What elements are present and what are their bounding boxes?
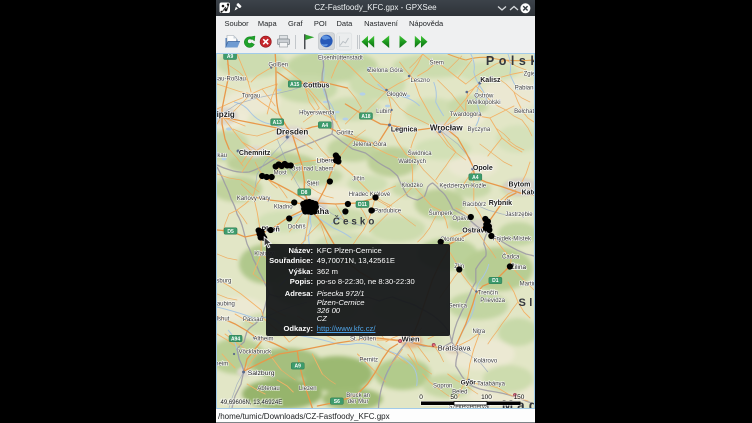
svg-text:Šumperk: Šumperk: [429, 210, 454, 217]
svg-text:Kalisz: Kalisz: [480, 77, 501, 84]
svg-text:Racibórz: Racibórz: [462, 202, 486, 208]
svg-text:Trenčín: Trenčín: [478, 290, 498, 296]
svg-text:Bratislava: Bratislava: [438, 343, 472, 352]
svg-text:D5: D5: [227, 229, 234, 235]
svg-text:Leszno: Leszno: [410, 78, 430, 84]
svg-text:Martin: Martin: [520, 281, 534, 287]
svg-text:Hradec Králové: Hradec Králové: [349, 192, 391, 198]
svg-text:Dobříš: Dobříš: [288, 224, 306, 230]
svg-text:Zgierz: Zgierz: [524, 71, 534, 77]
svg-text:Győr: Győr: [461, 379, 477, 386]
svg-text:Ústí nad Labem: Ústí nad Labem: [291, 166, 333, 173]
svg-text:Žilina: Žilina: [511, 262, 527, 271]
svg-text:Salzburg: Salzburg: [248, 370, 275, 377]
svg-text:Pernitz: Pernitz: [359, 357, 378, 363]
svg-text:Ostrów: Ostrów: [474, 93, 494, 99]
svg-text:A94: A94: [231, 336, 240, 342]
svg-text:Štětí: Štětí: [307, 181, 320, 188]
svg-text:Jelenia Góra: Jelenia Góra: [352, 142, 387, 148]
svg-text:Torgau: Torgau: [242, 93, 260, 99]
svg-text:A15: A15: [290, 82, 299, 88]
svg-text:Most: Most: [274, 171, 287, 177]
svg-text:Karlovy Vary: Karlovy Vary: [237, 196, 271, 202]
svg-text:Sopron: Sopron: [433, 384, 452, 390]
svg-text:Pardubice: Pardubice: [374, 209, 402, 215]
svg-text:Prievidza: Prievidza: [480, 298, 505, 304]
svg-text:Liezen: Liezen: [299, 386, 317, 392]
svg-text:Vöcklabruck: Vöcklabruck: [238, 349, 272, 355]
svg-text:Görlitz: Görlitz: [336, 130, 353, 136]
svg-text:Hoyerswerda: Hoyerswerda: [299, 110, 335, 116]
svg-text:Świdnica: Świdnica: [408, 149, 433, 157]
svg-text:Eisenhüttenstadt: Eisenhüttenstadt: [318, 55, 363, 61]
svg-text:D8: D8: [301, 190, 308, 196]
svg-text:A13: A13: [273, 120, 282, 126]
svg-text:Slovensko: Slovensko: [518, 297, 534, 309]
svg-text:Głogów: Głogów: [386, 92, 407, 98]
svg-text:Straubing: Straubing: [217, 301, 235, 307]
svg-text:Landshut: Landshut: [217, 316, 230, 322]
svg-text:Bełchatów: Bełchatów: [514, 109, 534, 115]
svg-text:Rybnik: Rybnik: [489, 200, 512, 207]
svg-text:Golßen: Golßen: [268, 62, 288, 68]
svg-text:Česko: Česko: [333, 216, 378, 228]
svg-text:Altheim: Altheim: [254, 336, 274, 342]
svg-text:Wrocław: Wrocław: [430, 123, 464, 132]
svg-text:Zielona Góra: Zielona Góra: [368, 68, 403, 74]
svg-text:Chemnitz: Chemnitz: [239, 150, 271, 157]
svg-text:D1: D1: [492, 278, 499, 284]
svg-text:Dresden: Dresden: [276, 127, 308, 136]
svg-text:Kladno: Kladno: [274, 204, 293, 210]
svg-text:Jičín: Jičín: [352, 176, 364, 182]
svg-text:Kędzierzyn-Koźle: Kędzierzyn-Koźle: [439, 183, 486, 189]
svg-text:Legnica: Legnica: [391, 126, 418, 133]
svg-text:S6: S6: [334, 399, 340, 405]
svg-text:Leipzig: Leipzig: [217, 110, 235, 119]
svg-text:Wałbrzych: Wałbrzych: [398, 159, 426, 165]
svg-text:Passau: Passau: [243, 317, 263, 323]
svg-text:Jastrzębie: Jastrzębie: [505, 212, 533, 218]
svg-text:Bytom: Bytom: [509, 181, 531, 188]
svg-text:Kolárovo: Kolárovo: [473, 358, 497, 364]
svg-text:St. Pölten: St. Pölten: [350, 336, 376, 342]
svg-text:Katowice: Katowice: [522, 189, 534, 196]
svg-text:Opole: Opole: [473, 165, 493, 172]
svg-text:Dessau-Roßlau: Dessau-Roßlau: [217, 76, 246, 82]
svg-text:Abtenau: Abtenau: [257, 386, 279, 392]
svg-text:Zwickau: Zwickau: [217, 153, 227, 159]
svg-text:Twardogóra: Twardogóra: [450, 112, 482, 118]
svg-text:Frýdek-Místek: Frýdek-Místek: [493, 236, 532, 242]
svg-text:Śrem: Śrem: [430, 58, 444, 66]
svg-text:D11: D11: [358, 202, 367, 208]
svg-text:Regensburg: Regensburg: [217, 278, 231, 284]
svg-text:Pabianice: Pabianice: [515, 85, 534, 91]
svg-text:A4: A4: [322, 123, 329, 129]
svg-text:Tatabánya: Tatabánya: [477, 381, 505, 387]
svg-text:Byczyna: Byczyna: [467, 127, 490, 133]
svg-text:der Mur: der Mur: [348, 399, 369, 405]
svg-text:nheim: nheim: [217, 361, 228, 367]
svg-text:Polska: Polska: [486, 54, 534, 68]
svg-text:A18: A18: [361, 114, 370, 120]
svg-text:Wielkopolski: Wielkopolski: [467, 100, 500, 106]
svg-text:Kłodzko: Kłodzko: [401, 183, 423, 189]
svg-text:A9: A9: [295, 364, 302, 370]
svg-text:Senica: Senica: [449, 303, 468, 309]
svg-text:Lubin: Lubin: [376, 109, 391, 115]
svg-text:Olomouc: Olomouc: [440, 237, 464, 243]
svg-text:A9: A9: [227, 54, 234, 60]
svg-text:Čadca: Čadca: [502, 253, 520, 260]
svg-text:A4: A4: [472, 175, 479, 181]
svg-text:Wien: Wien: [402, 334, 420, 343]
svg-text:Nitra: Nitra: [472, 329, 485, 335]
svg-text:Cottbus: Cottbus: [303, 82, 330, 89]
